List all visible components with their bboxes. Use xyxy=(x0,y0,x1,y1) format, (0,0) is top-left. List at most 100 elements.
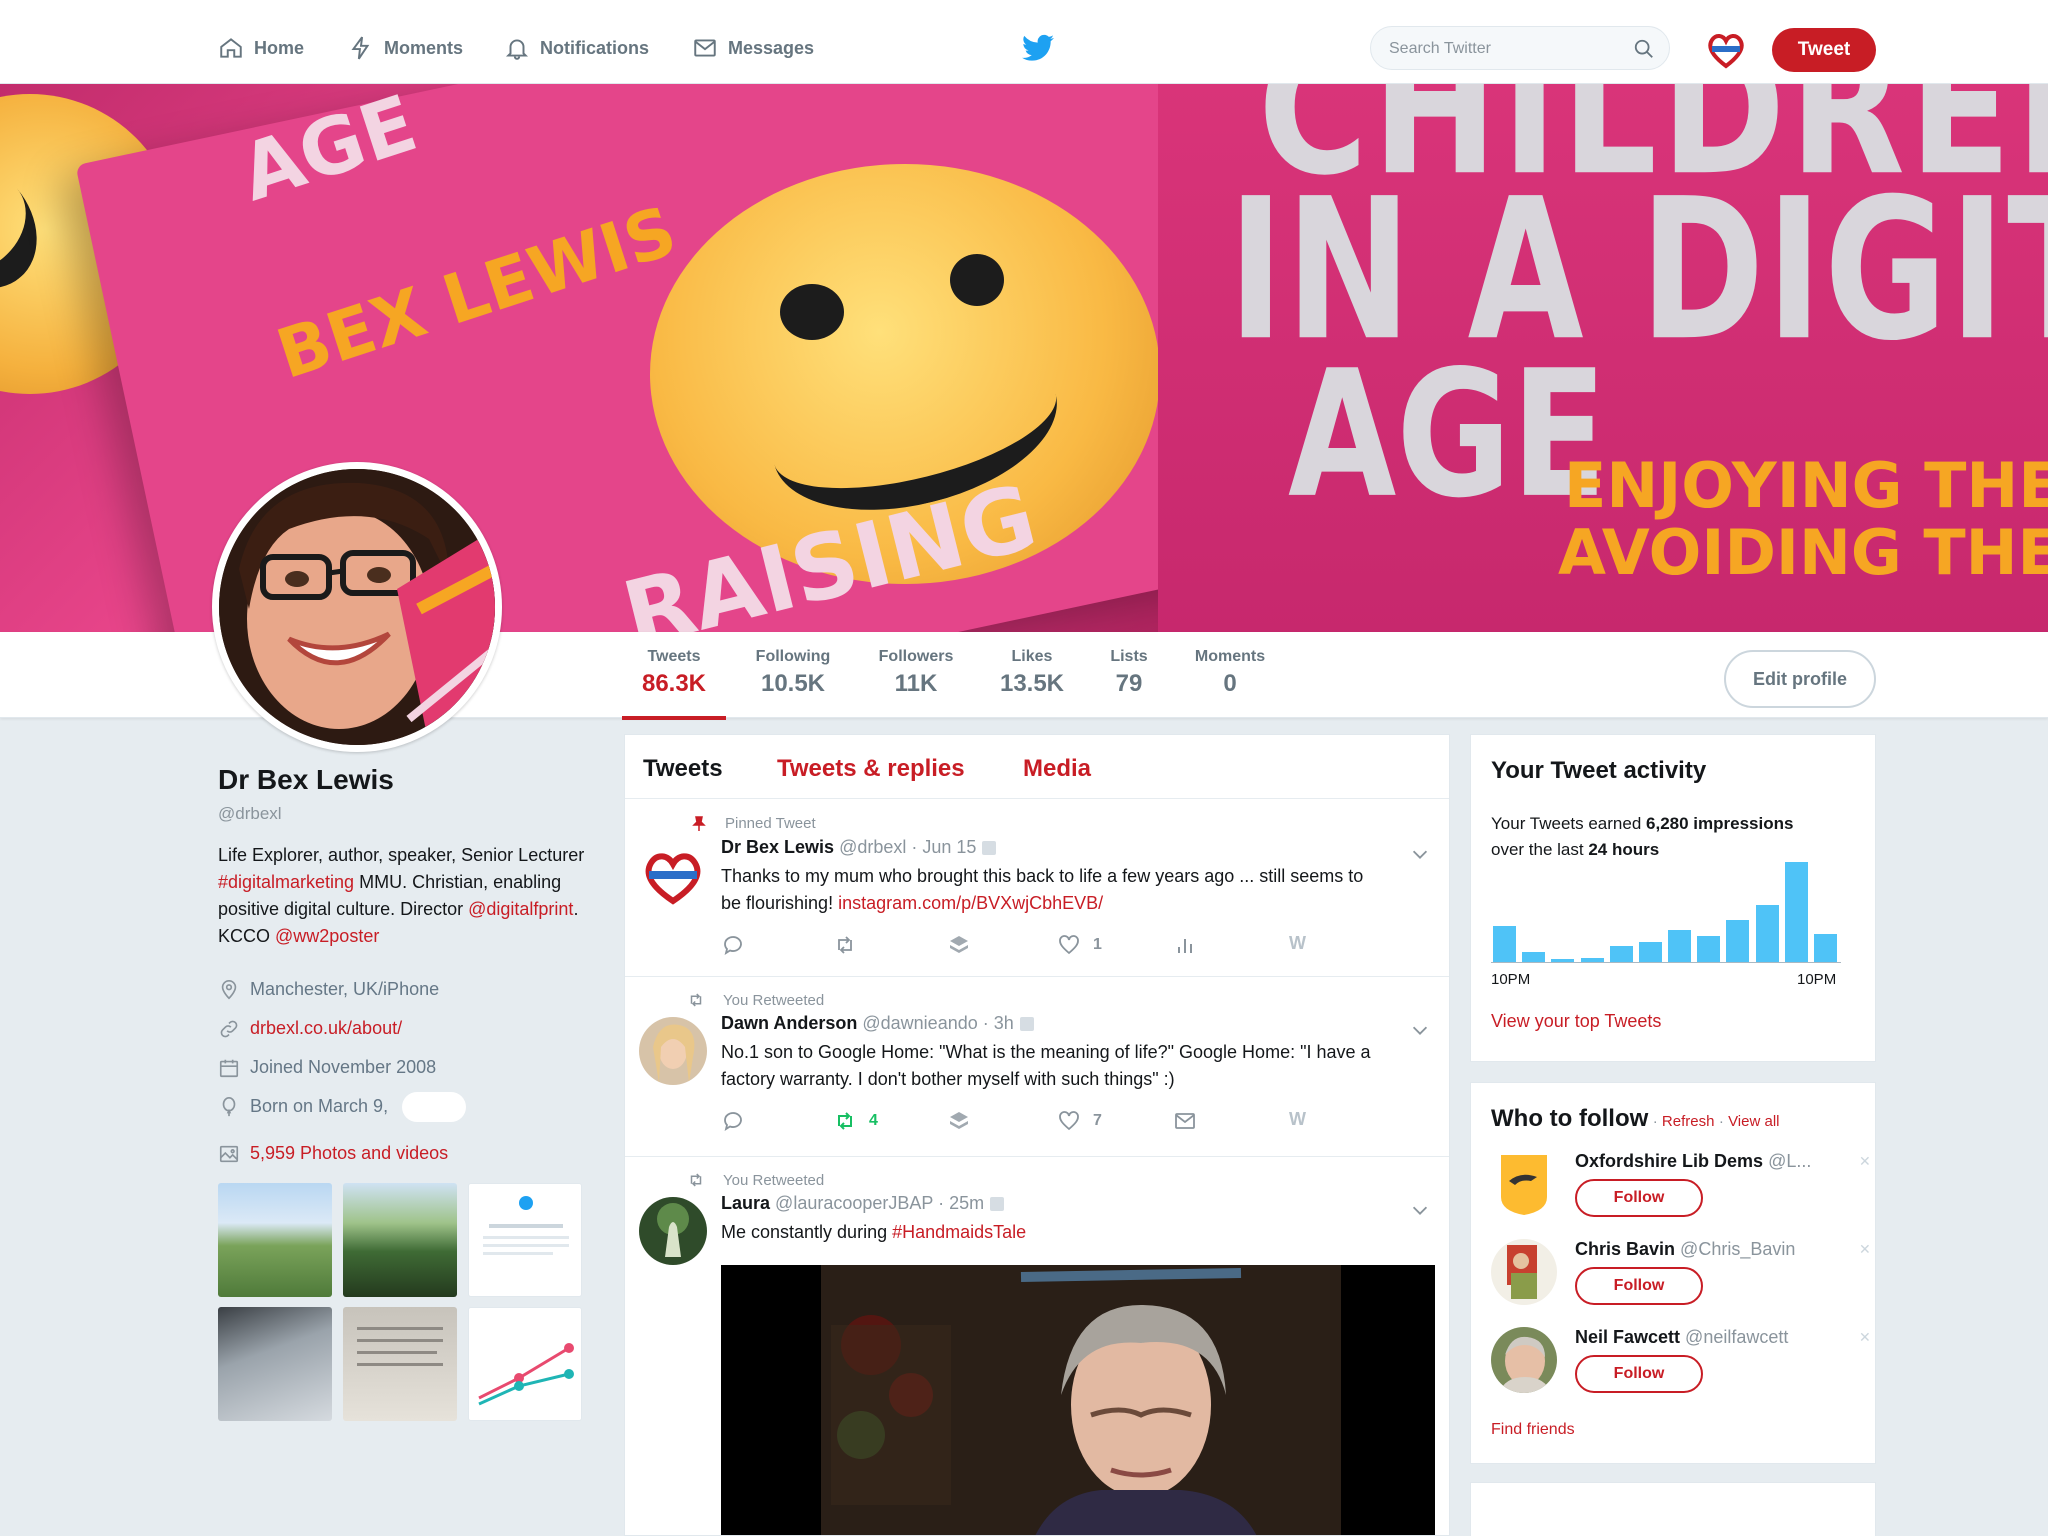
user-handle[interactable]: @neilfawcett xyxy=(1685,1327,1788,1347)
user-handle[interactable]: @L... xyxy=(1768,1151,1811,1171)
tweet-author-avatar[interactable] xyxy=(639,1017,707,1085)
website-link[interactable]: drbexl.co.uk/about/ xyxy=(250,1018,402,1039)
bio-hashtag[interactable]: #digitalmarketing xyxy=(218,872,354,892)
tweet-author-avatar[interactable] xyxy=(639,841,707,909)
stat-tweets[interactable]: Tweets 86.3K xyxy=(622,648,726,720)
nav-messages[interactable]: Messages xyxy=(692,30,814,66)
activity-bar[interactable] xyxy=(1813,934,1837,962)
reply-action[interactable] xyxy=(721,1109,745,1133)
tweet-author-avatar[interactable] xyxy=(639,1197,707,1265)
tweet-item[interactable]: You Retweeted Laura @lauracooperJBAP · 2… xyxy=(625,1157,1449,1535)
activity-bar[interactable] xyxy=(1726,920,1750,962)
user-name[interactable]: Chris Bavin xyxy=(1575,1239,1675,1259)
tweet-button[interactable]: Tweet xyxy=(1772,28,1876,72)
stat-following[interactable]: Following 10.5K xyxy=(750,648,836,698)
like-action[interactable]: 7 xyxy=(1057,1109,1102,1133)
twitter-bird-icon[interactable] xyxy=(1022,34,1054,62)
view-all-link[interactable]: View all xyxy=(1728,1113,1779,1130)
tab-media[interactable]: Media xyxy=(1023,755,1091,783)
activity-bar[interactable] xyxy=(1784,862,1808,962)
dismiss-icon[interactable]: ✕ xyxy=(1859,1241,1871,1258)
activity-bar-chart[interactable] xyxy=(1491,859,1841,963)
profile-handle[interactable]: @drbexl xyxy=(218,804,588,824)
tweet-author-handle[interactable]: @lauracooperJBAP xyxy=(775,1193,933,1213)
chevron-down-icon[interactable] xyxy=(1409,1199,1431,1221)
tweet-media-video[interactable] xyxy=(721,1265,1435,1535)
photos-videos-link[interactable]: 5,959 Photos and videos xyxy=(218,1134,588,1173)
user-handle[interactable]: @Chris_Bavin xyxy=(1680,1239,1795,1259)
tab-tweets-and-replies[interactable]: Tweets & replies xyxy=(777,755,965,783)
profile-name[interactable]: Dr Bex Lewis xyxy=(218,764,588,796)
w-action[interactable]: W xyxy=(1289,933,1306,954)
tweet-author-handle[interactable]: @dawnieando xyxy=(862,1013,977,1033)
bio-mention[interactable]: @ww2poster xyxy=(275,926,379,946)
reply-action[interactable] xyxy=(721,933,745,957)
retweet-action[interactable]: 4 xyxy=(833,1109,878,1133)
suggested-user[interactable]: Chris Bavin @Chris_Bavin Follow ✕ xyxy=(1491,1239,1871,1327)
tweet-time[interactable]: · Jun 15 xyxy=(911,837,976,857)
photos-videos-text[interactable]: 5,959 Photos and videos xyxy=(250,1143,448,1164)
activity-bar[interactable] xyxy=(1755,905,1779,962)
activity-bar[interactable] xyxy=(1580,958,1604,962)
activity-bar[interactable] xyxy=(1493,926,1517,962)
dismiss-icon[interactable]: ✕ xyxy=(1859,1329,1871,1346)
tweet-author-name[interactable]: Laura xyxy=(721,1193,770,1213)
activity-bar[interactable] xyxy=(1638,942,1662,962)
activity-bar[interactable] xyxy=(1668,930,1692,962)
photo-thumbnail[interactable] xyxy=(468,1183,582,1297)
nav-moments[interactable]: Moments xyxy=(348,30,463,66)
tweet-hashtag[interactable]: #HandmaidsTale xyxy=(892,1222,1026,1242)
edit-profile-button[interactable]: Edit profile xyxy=(1724,650,1876,708)
find-friends-link[interactable]: Find friends xyxy=(1491,1421,1575,1439)
tab-tweets[interactable]: Tweets xyxy=(643,755,723,783)
photo-thumbnail[interactable] xyxy=(343,1183,457,1297)
follow-button[interactable]: Follow xyxy=(1575,1267,1703,1305)
analytics-action[interactable] xyxy=(1173,933,1197,957)
suggested-user[interactable]: Oxfordshire Lib Dems @L... Follow ✕ xyxy=(1491,1151,1871,1239)
photo-thumbnail[interactable] xyxy=(218,1307,332,1421)
like-action[interactable]: 1 xyxy=(1057,933,1102,957)
stat-lists[interactable]: Lists 79 xyxy=(1106,648,1152,698)
suggested-user-avatar[interactable] xyxy=(1491,1327,1557,1393)
suggested-user-avatar[interactable] xyxy=(1491,1239,1557,1305)
photo-thumbnail[interactable] xyxy=(468,1307,582,1421)
user-name[interactable]: Neil Fawcett xyxy=(1575,1327,1680,1347)
refresh-link[interactable]: Refresh xyxy=(1662,1113,1715,1130)
view-top-tweets-link[interactable]: View your top Tweets xyxy=(1491,1011,1661,1032)
chevron-down-icon[interactable] xyxy=(1409,843,1431,865)
stat-moments[interactable]: Moments 0 xyxy=(1190,648,1270,698)
w-action[interactable]: W xyxy=(1289,1109,1306,1130)
stat-likes[interactable]: Likes 13.5K xyxy=(996,648,1068,698)
search-input[interactable] xyxy=(1389,37,1619,61)
nav-notifications[interactable]: Notifications xyxy=(504,30,649,66)
tweet-author-name[interactable]: Dr Bex Lewis xyxy=(721,837,834,857)
activity-bar[interactable] xyxy=(1551,959,1575,962)
dismiss-icon[interactable]: ✕ xyxy=(1859,1153,1871,1170)
tweet-item[interactable]: Pinned Tweet Dr Bex Lewis @drbexl · Jun … xyxy=(625,799,1449,977)
search-icon[interactable] xyxy=(1633,38,1655,60)
tweet-time[interactable]: · 25m xyxy=(938,1193,984,1213)
retweet-action[interactable] xyxy=(833,933,857,957)
activity-bar[interactable] xyxy=(1609,946,1633,962)
tweet-author-name[interactable]: Dawn Anderson xyxy=(721,1013,857,1033)
activity-bar[interactable] xyxy=(1522,952,1546,962)
user-name[interactable]: Oxfordshire Lib Dems xyxy=(1575,1151,1763,1171)
suggested-user-avatar[interactable] xyxy=(1491,1151,1557,1217)
bio-mention[interactable]: @digitalfprint xyxy=(468,899,573,919)
photo-thumbnail[interactable] xyxy=(218,1183,332,1297)
chevron-down-icon[interactable] xyxy=(1409,1019,1431,1041)
follow-button[interactable]: Follow xyxy=(1575,1179,1703,1217)
account-avatar-heart-icon[interactable] xyxy=(1704,28,1748,72)
stack-action[interactable] xyxy=(947,933,971,957)
profile-website[interactable]: drbexl.co.uk/about/ xyxy=(218,1009,588,1048)
suggested-user[interactable]: Neil Fawcett @neilfawcett Follow ✕ xyxy=(1491,1327,1871,1415)
stack-action[interactable] xyxy=(947,1109,971,1133)
tweet-time[interactable]: · 3h xyxy=(983,1013,1014,1033)
activity-bar[interactable] xyxy=(1697,936,1721,962)
stat-followers[interactable]: Followers 11K xyxy=(872,648,960,698)
tweet-author-handle[interactable]: @drbexl xyxy=(839,837,906,857)
search-box[interactable] xyxy=(1370,26,1670,70)
profile-avatar[interactable] xyxy=(212,462,502,752)
message-action[interactable] xyxy=(1173,1109,1197,1133)
nav-home[interactable]: Home xyxy=(218,30,304,66)
